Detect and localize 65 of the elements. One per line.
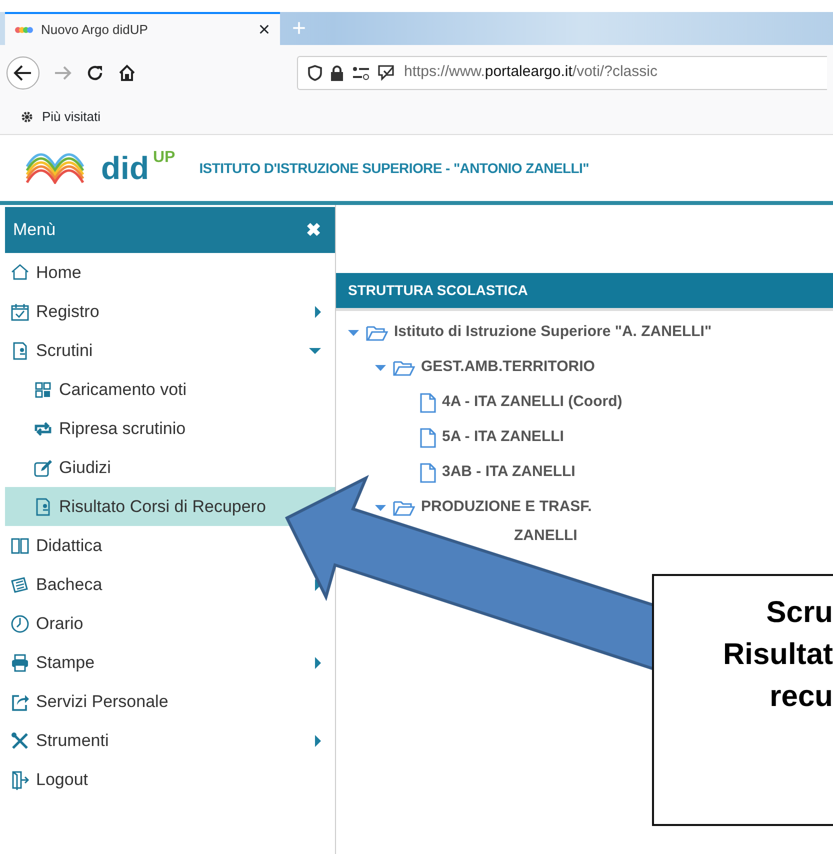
tools-icon xyxy=(10,730,30,750)
rainbow-arches-logo-icon xyxy=(25,152,85,184)
tree-node-label[interactable]: GEST.AMB.TERRITORIO xyxy=(421,356,595,379)
calendar-icon xyxy=(10,302,30,322)
printer-icon xyxy=(10,652,30,672)
edit-icon xyxy=(33,458,53,478)
school-name: ISTITUTO D'ISTRUZIONE SUPERIORE - "ANTONIO ZANELLI" xyxy=(199,158,589,178)
tree-node-label[interactable]: 3AB - ITA ZANELLI xyxy=(442,461,576,484)
menu-item[interactable]: Didattica xyxy=(5,526,106,565)
folder-icon xyxy=(393,498,415,516)
menu-item[interactable]: Strumenti xyxy=(5,721,113,760)
home-icon[interactable] xyxy=(118,64,136,82)
lock-icon xyxy=(330,64,344,80)
menu-item[interactable]: Logout xyxy=(5,760,92,799)
menu-item[interactable]: Servizi Personale xyxy=(5,682,172,721)
callout-text: Risultat xyxy=(722,638,833,671)
menu-item[interactable]: Giudizi xyxy=(5,448,115,487)
menu-item[interactable]: Caricamento voti xyxy=(5,370,191,409)
gear-icon xyxy=(20,110,34,124)
notes-icon xyxy=(10,574,30,594)
back-icon[interactable] xyxy=(6,56,40,90)
file-icon xyxy=(420,428,436,448)
clock-icon xyxy=(10,614,30,634)
browser-tab[interactable]: Nuovo Argo didUP × xyxy=(5,12,280,45)
permissions-icon xyxy=(352,66,370,80)
menu-item[interactable]: Home xyxy=(5,253,86,292)
reload-icon[interactable] xyxy=(86,64,104,82)
tab-title: Nuovo Argo didUP xyxy=(41,20,149,39)
close-menu-button[interactable]: ✖ xyxy=(300,216,327,244)
logout-icon xyxy=(10,770,30,790)
caret-right-icon[interactable] xyxy=(315,734,321,746)
menu-item[interactable]: Ripresa scrutinio xyxy=(5,409,190,448)
translate-icon xyxy=(378,64,396,80)
panel-header: STRUTTURA SCOLASTICA xyxy=(336,273,833,311)
menu-title: Menù xyxy=(13,219,56,242)
url-text: https://www.portaleargo.it/voti/?classic xyxy=(404,62,658,82)
favicon-icon xyxy=(15,26,33,34)
caret-right-icon[interactable] xyxy=(315,306,321,318)
book-icon xyxy=(10,536,30,556)
file-icon xyxy=(420,462,436,482)
caret-down-icon[interactable] xyxy=(309,348,321,354)
caret-right-icon[interactable] xyxy=(315,656,321,668)
logo-text: did$^{UP}$ xyxy=(101,148,176,188)
tree-node-label[interactable]: Istituto di Istruzione Superiore "A. ZANELLI" xyxy=(394,321,712,344)
menu-item[interactable]: Scrutini xyxy=(5,331,97,370)
house-icon xyxy=(10,262,30,282)
bookmark-link[interactable]: Più visitati xyxy=(20,107,101,127)
selected-menu-item[interactable]: Risultato Corsi di Recupero xyxy=(5,487,335,526)
tree-node-label[interactable]: 5A - ITA ZANELLI xyxy=(442,426,564,449)
menu-item[interactable]: Orario xyxy=(5,604,88,643)
callout-text: Scru xyxy=(766,596,833,629)
menu-item[interactable]: Registro xyxy=(5,292,104,331)
grid-icon xyxy=(33,380,53,400)
tree-node-label[interactable]: ZANELLI xyxy=(514,525,578,548)
tree-node-label[interactable]: PRODUZIONE E TRASF. xyxy=(421,496,592,519)
tree-node-label[interactable]: 4A - ITA ZANELLI (Coord) xyxy=(442,391,622,414)
menu-item[interactable]: Bacheca xyxy=(5,565,106,604)
address-bar[interactable]: https://www.portaleargo.it/voti/?classic xyxy=(297,56,827,90)
file-icon xyxy=(420,392,436,412)
folder-icon xyxy=(366,324,388,342)
menu-item[interactable]: Stampe xyxy=(5,643,99,682)
close-tab-button[interactable]: × xyxy=(258,20,270,40)
folder-icon xyxy=(393,358,415,376)
shield-icon xyxy=(308,64,322,80)
callout-text: recu xyxy=(770,680,833,713)
